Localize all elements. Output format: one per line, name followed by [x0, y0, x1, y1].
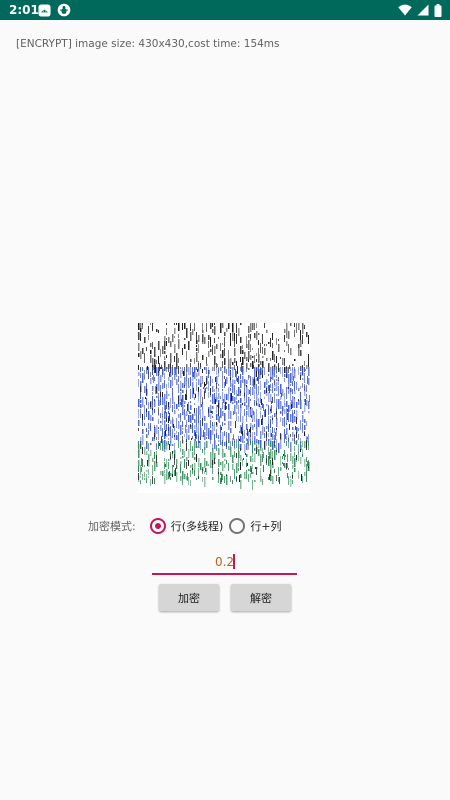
input-underline [152, 573, 297, 575]
radio-option-row-column[interactable]: 行+列 [229, 518, 282, 534]
key-input[interactable] [152, 551, 297, 573]
encrypt-info-text: [ENCRYPT] image size: 430x430,cost time:… [16, 38, 280, 50]
battery-icon [434, 3, 442, 17]
encrypt-mode-row: 加密模式: 行(多线程) 行+列 [88, 515, 288, 537]
decrypt-button[interactable]: 解密 [231, 584, 291, 611]
status-left-icons [38, 3, 71, 17]
encrypt-button[interactable]: 加密 [159, 584, 219, 611]
signal-icon [417, 4, 429, 16]
radio-option-row-multithread[interactable]: 行(多线程) [149, 518, 224, 534]
radio-checked-icon[interactable] [149, 518, 166, 534]
status-bar: 2:01 [0, 0, 450, 20]
bug-icon [57, 3, 71, 17]
android-icon [38, 3, 51, 17]
status-time: 2:01 [9, 3, 39, 17]
radio-label-row-multithread: 行(多线程) [170, 520, 224, 533]
radio-label-row-column: 行+列 [250, 520, 282, 533]
wifi-icon [398, 4, 412, 16]
status-right-icons [398, 3, 442, 17]
radio-unchecked-icon[interactable] [229, 518, 246, 534]
key-input-wrapper [152, 551, 297, 575]
text-cursor [233, 554, 235, 569]
encrypt-mode-label: 加密模式: [88, 520, 136, 533]
app-screen: 2:01 [ENCRYPT] image size: 430x430,cost … [0, 0, 450, 800]
encrypted-image [138, 323, 310, 493]
